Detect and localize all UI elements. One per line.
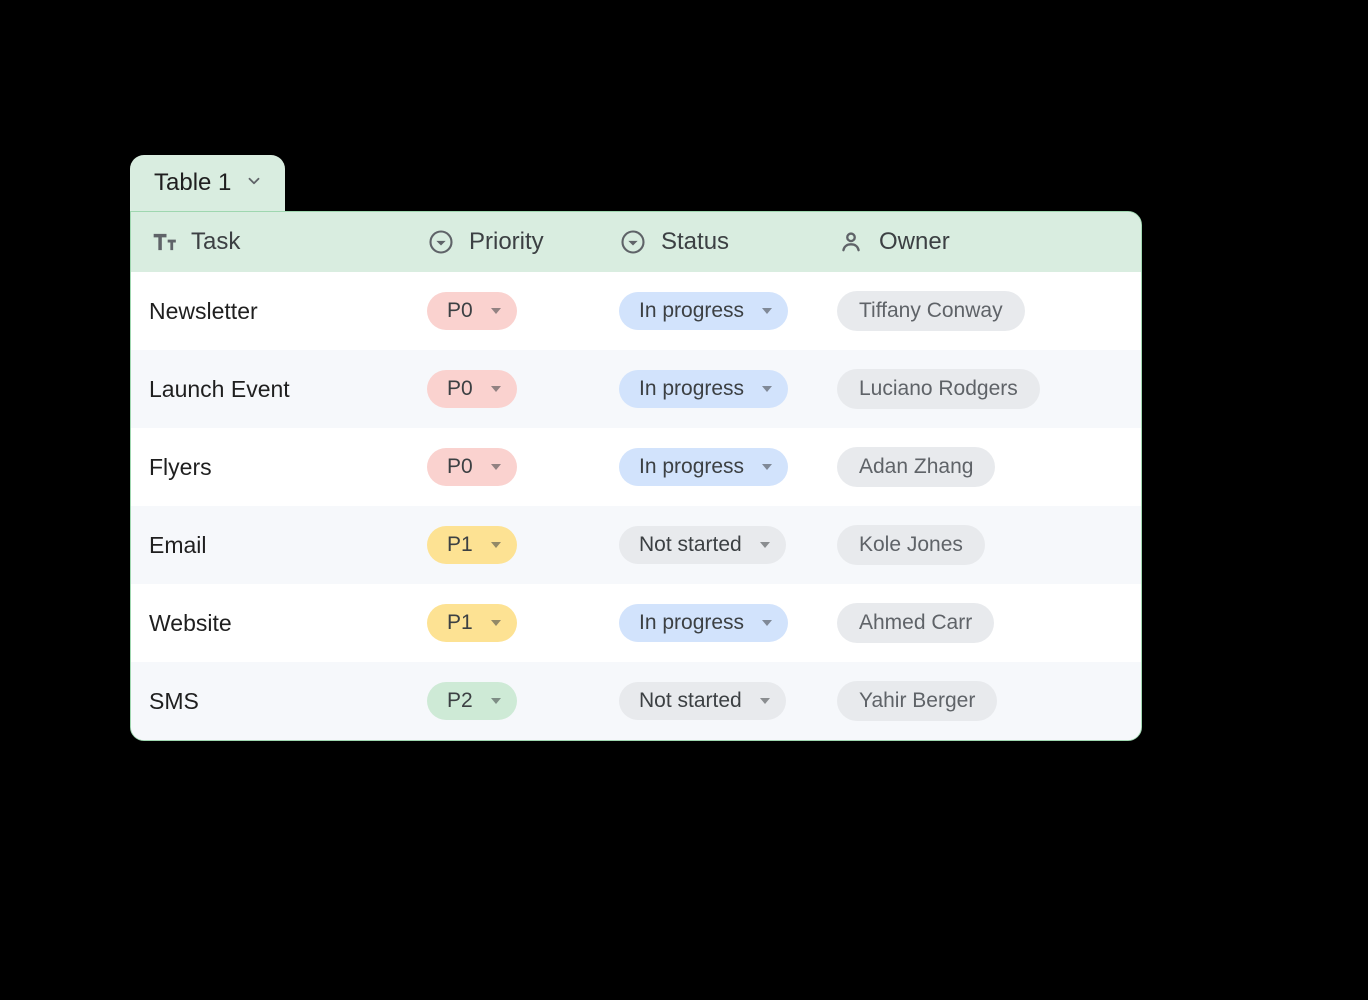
caret-down-icon xyxy=(491,620,501,626)
priority-chip[interactable]: P0 xyxy=(427,370,517,408)
task-cell[interactable]: SMS xyxy=(131,688,427,715)
status-chip[interactable]: In progress xyxy=(619,604,788,642)
priority-chip-label: P1 xyxy=(447,533,473,557)
status-chip[interactable]: Not started xyxy=(619,682,786,720)
owner-chip[interactable]: Yahir Berger xyxy=(837,681,997,721)
caret-down-icon xyxy=(491,698,501,704)
column-header-owner[interactable]: Owner xyxy=(837,212,1141,272)
owner-cell: Adan Zhang xyxy=(837,447,1141,487)
caret-down-icon xyxy=(491,308,501,314)
owner-cell: Kole Jones xyxy=(837,525,1141,565)
priority-chip-label: P2 xyxy=(447,689,473,713)
column-header-label: Owner xyxy=(879,228,950,256)
owner-cell: Yahir Berger xyxy=(837,681,1141,721)
owner-cell: Tiffany Conway xyxy=(837,291,1141,331)
table-tab[interactable]: Table 1 xyxy=(130,155,285,211)
task-cell[interactable]: Flyers xyxy=(131,454,427,481)
table-row: Website P1 In progress Ahmed Carr xyxy=(131,584,1141,662)
dropdown-circle-icon xyxy=(427,228,455,256)
owner-chip[interactable]: Tiffany Conway xyxy=(837,291,1025,331)
caret-down-icon xyxy=(762,464,772,470)
status-cell: Not started xyxy=(619,682,837,720)
status-cell: Not started xyxy=(619,526,837,564)
table-header-row: Task Priority Status Owner xyxy=(131,212,1141,272)
priority-chip[interactable]: P0 xyxy=(427,448,517,486)
table-row: SMS P2 Not started Yahir Berger xyxy=(131,662,1141,740)
table-tab-label: Table 1 xyxy=(154,169,231,197)
status-cell: In progress xyxy=(619,292,837,330)
caret-down-icon xyxy=(762,386,772,392)
priority-chip[interactable]: P0 xyxy=(427,292,517,330)
status-chip-label: In progress xyxy=(639,455,744,479)
priority-chip[interactable]: P1 xyxy=(427,526,517,564)
status-chip[interactable]: In progress xyxy=(619,292,788,330)
status-chip[interactable]: Not started xyxy=(619,526,786,564)
task-cell[interactable]: Email xyxy=(131,532,427,559)
caret-down-icon xyxy=(760,698,770,704)
owner-chip[interactable]: Ahmed Carr xyxy=(837,603,994,643)
table-row: Newsletter P0 In progress Tiffany Conway xyxy=(131,272,1141,350)
column-header-label: Task xyxy=(191,228,240,256)
caret-down-icon xyxy=(762,620,772,626)
column-header-task[interactable]: Task xyxy=(131,212,427,272)
owner-cell: Luciano Rodgers xyxy=(837,369,1141,409)
status-cell: In progress xyxy=(619,448,837,486)
priority-cell: P2 xyxy=(427,682,619,720)
status-chip-label: In progress xyxy=(639,299,744,323)
column-header-label: Status xyxy=(661,228,729,256)
priority-chip[interactable]: P2 xyxy=(427,682,517,720)
table-row: Email P1 Not started Kole Jones xyxy=(131,506,1141,584)
table-row: Launch Event P0 In progress Luciano Rodgers xyxy=(131,350,1141,428)
status-chip-label: Not started xyxy=(639,533,742,557)
priority-chip-label: P0 xyxy=(447,299,473,323)
status-chip-label: Not started xyxy=(639,689,742,713)
caret-down-icon xyxy=(760,542,770,548)
caret-down-icon xyxy=(491,542,501,548)
caret-down-icon xyxy=(762,308,772,314)
table-row: Flyers P0 In progress Adan Zhang xyxy=(131,428,1141,506)
status-chip-label: In progress xyxy=(639,611,744,635)
priority-cell: P1 xyxy=(427,526,619,564)
owner-cell: Ahmed Carr xyxy=(837,603,1141,643)
priority-cell: P1 xyxy=(427,604,619,642)
status-cell: In progress xyxy=(619,370,837,408)
priority-chip-label: P0 xyxy=(447,377,473,401)
caret-down-icon xyxy=(491,464,501,470)
table-body: Newsletter P0 In progress Tiffany Conway Lau… xyxy=(131,272,1141,740)
priority-cell: P0 xyxy=(427,448,619,486)
column-header-status[interactable]: Status xyxy=(619,212,837,272)
status-chip[interactable]: In progress xyxy=(619,448,788,486)
priority-cell: P0 xyxy=(427,292,619,330)
text-type-icon xyxy=(149,228,177,256)
task-cell[interactable]: Website xyxy=(131,610,427,637)
status-chip[interactable]: In progress xyxy=(619,370,788,408)
priority-chip-label: P1 xyxy=(447,611,473,635)
status-chip-label: In progress xyxy=(639,377,744,401)
person-icon xyxy=(837,228,865,256)
chevron-down-icon xyxy=(245,169,263,197)
owner-chip[interactable]: Luciano Rodgers xyxy=(837,369,1040,409)
column-header-label: Priority xyxy=(469,228,544,256)
task-cell[interactable]: Launch Event xyxy=(131,376,427,403)
owner-chip[interactable]: Kole Jones xyxy=(837,525,985,565)
task-cell[interactable]: Newsletter xyxy=(131,298,427,325)
caret-down-icon xyxy=(491,386,501,392)
priority-cell: P0 xyxy=(427,370,619,408)
priority-chip[interactable]: P1 xyxy=(427,604,517,642)
table-panel: Task Priority Status Owner New xyxy=(130,211,1142,741)
owner-chip[interactable]: Adan Zhang xyxy=(837,447,995,487)
priority-chip-label: P0 xyxy=(447,455,473,479)
status-cell: In progress xyxy=(619,604,837,642)
dropdown-circle-icon xyxy=(619,228,647,256)
column-header-priority[interactable]: Priority xyxy=(427,212,619,272)
